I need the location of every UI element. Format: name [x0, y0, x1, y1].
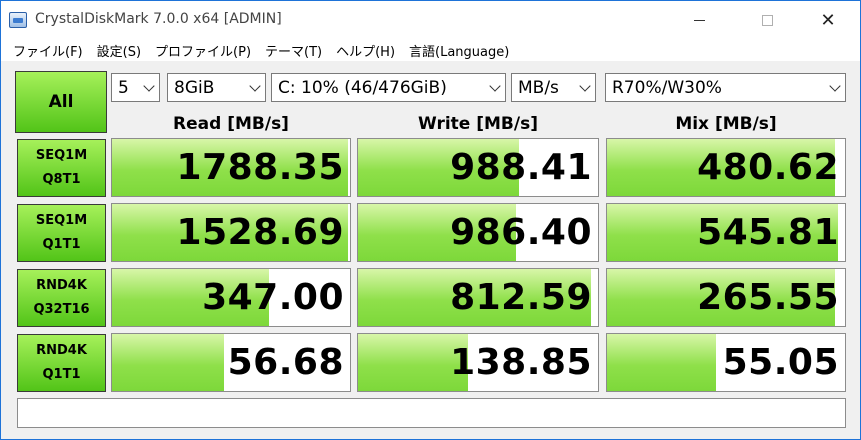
- maximize-button[interactable]: [744, 1, 790, 39]
- mix-value: 265.55: [697, 277, 839, 318]
- close-button[interactable]: ✕: [805, 1, 851, 39]
- window-title: CrystalDiskMark 7.0.0 x64 [ADMIN]: [35, 11, 282, 27]
- result-write-rnd4k-q32t16: 812.59: [357, 268, 599, 327]
- test-params: Q32T16: [33, 302, 90, 317]
- menu-language[interactable]: 言語(Language): [402, 41, 516, 60]
- mix-ratio-value: R70%/W30%: [612, 77, 722, 98]
- result-read-seq1m-q1t1: 1528.69: [111, 203, 351, 262]
- mix-column-header: Mix [MB/s]: [675, 114, 777, 134]
- drive-select[interactable]: C: 10% (46/476GiB): [271, 73, 506, 102]
- read-column-header: Read [MB/s]: [173, 114, 289, 134]
- comment-input[interactable]: [17, 398, 846, 428]
- chevron-down-icon: [139, 74, 159, 101]
- chevron-down-icon: [825, 74, 845, 101]
- write-value: 988.41: [450, 147, 592, 188]
- test-params: Q1T1: [42, 367, 81, 382]
- test-count-select[interactable]: 5: [111, 73, 160, 102]
- result-mix-rnd4k-q1t1: 55.05: [606, 333, 846, 392]
- mix-value: 545.81: [697, 212, 839, 253]
- crystaldiskmark-window: CrystalDiskMark 7.0.0 x64 [ADMIN] ✕ ファイル…: [0, 0, 861, 440]
- menu-settings[interactable]: 設定(S): [90, 41, 148, 60]
- read-value: 347.00: [202, 277, 344, 318]
- test-name: SEQ1M: [35, 213, 88, 228]
- all-button[interactable]: All: [15, 71, 107, 133]
- test-params: Q1T1: [42, 237, 81, 252]
- drive-value: C: 10% (46/476GiB): [278, 77, 447, 98]
- read-value: 1788.35: [176, 147, 344, 188]
- result-write-seq1m-q1t1: 986.40: [357, 203, 599, 262]
- test-params: Q8T1: [42, 172, 81, 187]
- menu-help[interactable]: ヘルプ(H): [329, 41, 402, 60]
- result-write-rnd4k-q1t1: 138.85: [357, 333, 599, 392]
- test-size-select[interactable]: 8GiB: [167, 73, 266, 102]
- read-value: 56.68: [227, 342, 344, 383]
- test-count-value: 5: [118, 77, 129, 98]
- write-column-header: Write [MB/s]: [418, 114, 538, 134]
- chevron-down-icon: [575, 74, 595, 101]
- menu-theme[interactable]: テーマ(T): [258, 41, 329, 60]
- app-disk-icon: [9, 12, 27, 28]
- unit-select[interactable]: MB/s: [511, 73, 596, 102]
- write-value: 986.40: [450, 212, 592, 253]
- result-mix-seq1m-q1t1: 545.81: [606, 203, 846, 262]
- test-name: RND4K: [36, 343, 87, 358]
- write-value: 812.59: [450, 277, 592, 318]
- result-mix-rnd4k-q32t16: 265.55: [606, 268, 846, 327]
- read-bar: [112, 334, 224, 391]
- write-value: 138.85: [450, 342, 592, 383]
- test-button-seq1m-q8t1[interactable]: SEQ1M Q8T1: [17, 139, 106, 197]
- result-read-rnd4k-q32t16: 347.00: [111, 268, 351, 327]
- test-name: SEQ1M: [35, 148, 88, 163]
- chevron-down-icon: [245, 74, 265, 101]
- mix-bar: [607, 334, 717, 391]
- test-button-seq1m-q1t1[interactable]: SEQ1M Q1T1: [17, 204, 106, 262]
- unit-value: MB/s: [518, 77, 559, 98]
- test-button-rnd4k-q1t1[interactable]: RND4K Q1T1: [17, 334, 106, 392]
- result-read-rnd4k-q1t1: 56.68: [111, 333, 351, 392]
- result-mix-seq1m-q8t1: 480.62: [606, 138, 846, 197]
- test-button-rnd4k-q32t16[interactable]: RND4K Q32T16: [17, 269, 106, 327]
- menu-file[interactable]: ファイル(F): [6, 41, 90, 60]
- read-value: 1528.69: [176, 212, 344, 253]
- result-read-seq1m-q8t1: 1788.35: [111, 138, 351, 197]
- mix-value: 480.62: [697, 147, 839, 188]
- mix-ratio-select[interactable]: R70%/W30%: [605, 73, 846, 102]
- title-bar[interactable]: CrystalDiskMark 7.0.0 x64 [ADMIN] ✕: [1, 1, 860, 39]
- minimize-button[interactable]: [676, 1, 722, 39]
- chevron-down-icon: [485, 74, 505, 101]
- maximize-icon: [761, 14, 773, 26]
- minimize-icon: [693, 19, 705, 21]
- test-size-value: 8GiB: [174, 77, 215, 98]
- menu-bar: ファイル(F) 設定(S) プロファイル(P) テーマ(T) ヘルプ(H) 言語…: [1, 39, 860, 61]
- menu-profile[interactable]: プロファイル(P): [148, 41, 258, 60]
- mix-value: 55.05: [722, 342, 839, 383]
- close-icon: ✕: [820, 9, 836, 31]
- result-write-seq1m-q8t1: 988.41: [357, 138, 599, 197]
- test-name: RND4K: [36, 278, 87, 293]
